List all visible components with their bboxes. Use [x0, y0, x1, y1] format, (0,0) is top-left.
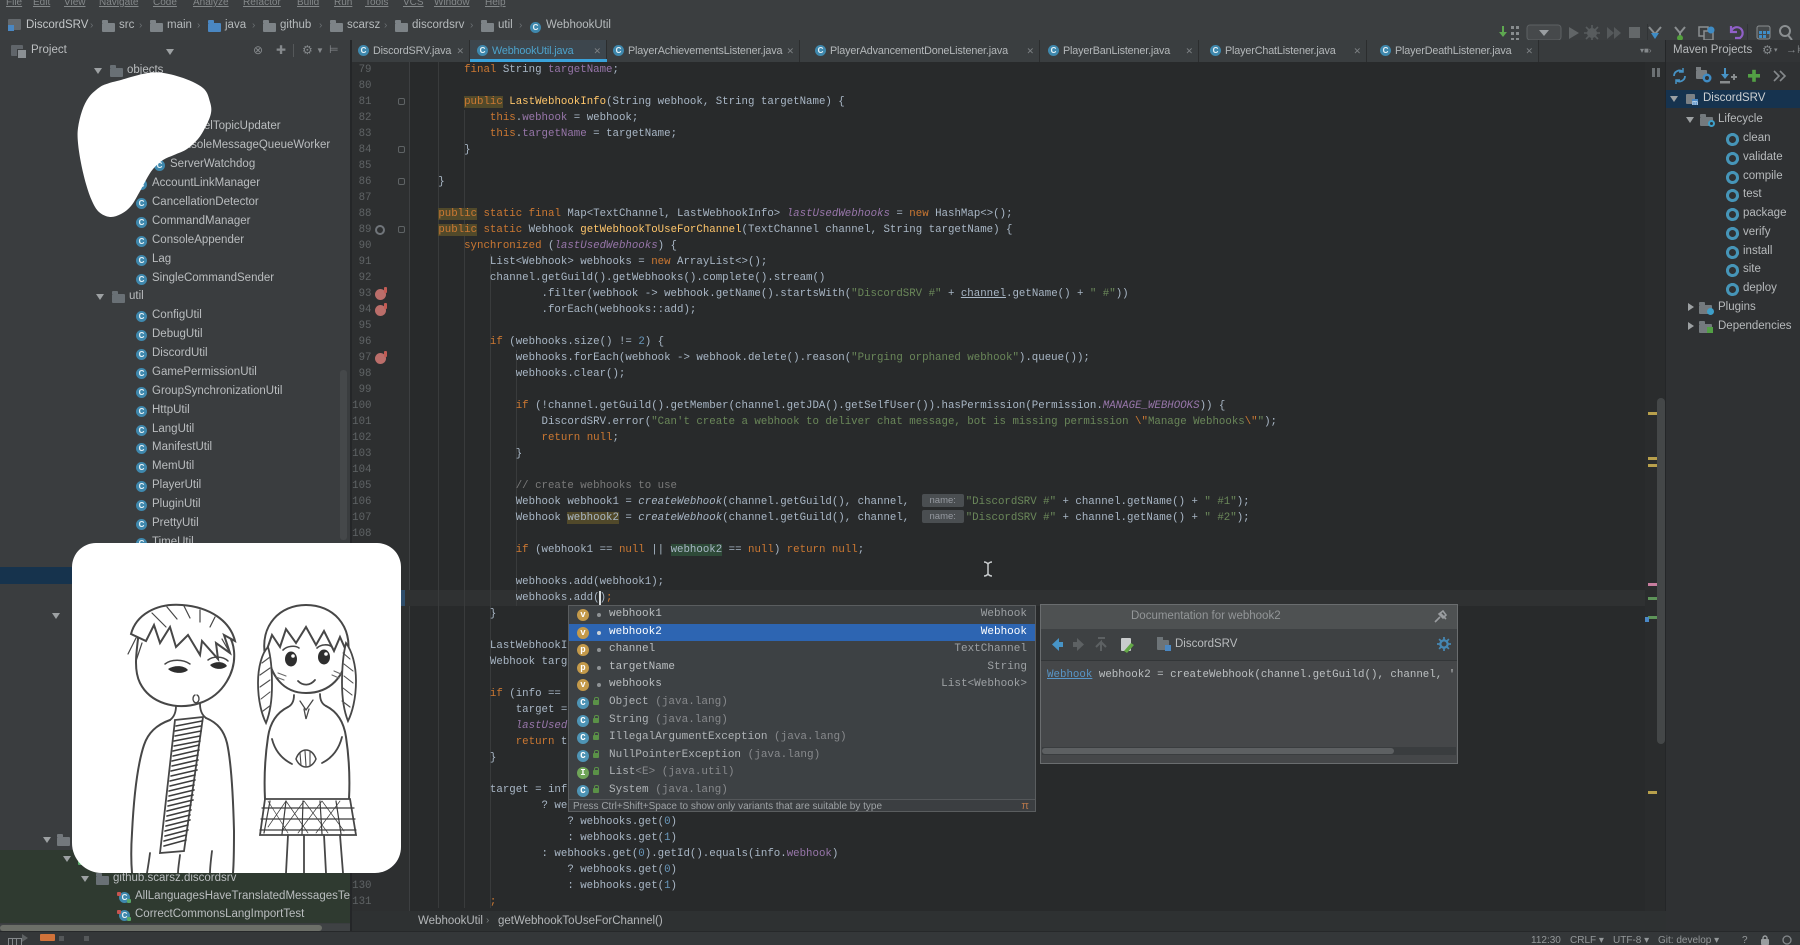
svg-text:m: m: [1692, 100, 1698, 106]
